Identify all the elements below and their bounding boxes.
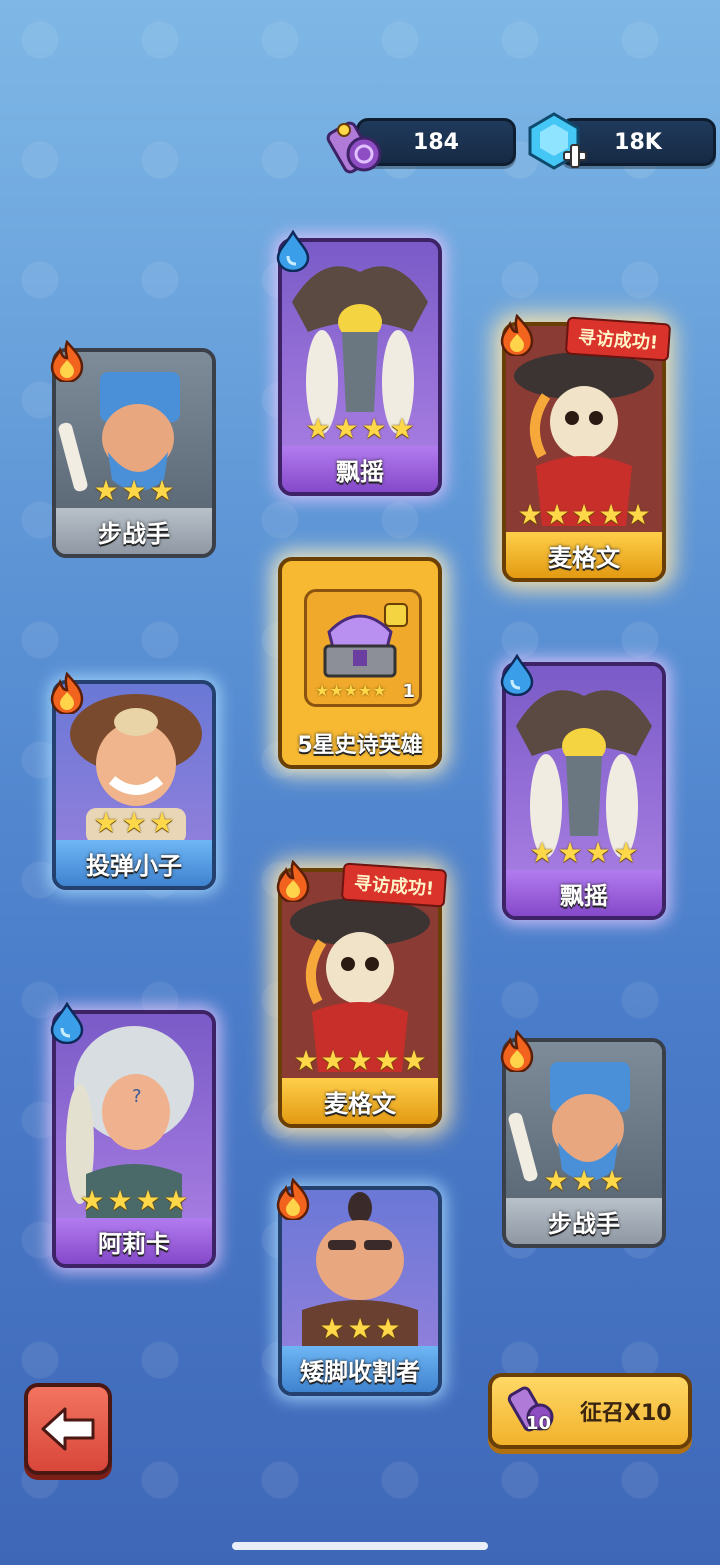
star-icon: ★ [361,412,387,445]
star-icon: ★ [149,474,175,507]
star-icon: ★ [121,474,147,507]
star-rating: ★ ★ ★ ★ [282,412,438,445]
star-icon: ★ [557,836,583,869]
hero-card[interactable]: ★ ★ ★ 步战手 [50,340,216,558]
star-icon: ★ [599,1164,625,1197]
hero-name: 矮脚收割者 [282,1346,438,1392]
water-icon [48,1002,86,1044]
hero-card[interactable]: ★ ★ ★ 矮脚收割者 [276,1178,442,1396]
star-icon: ★ [598,498,624,531]
star-icon: ★ [529,836,555,869]
star-icon: ★ [375,1312,401,1345]
success-ribbon: 寻访成功! [340,862,448,908]
hero-name: 步战手 [506,1198,662,1244]
hero-name: 投弹小子 [56,840,212,886]
star-rating: ★ ★ ★ [506,1164,662,1197]
star-icon: ★ [163,1184,189,1217]
back-button[interactable] [24,1383,112,1475]
summon-label: 征召X10 [580,1401,672,1426]
gem-count: 18K [614,129,662,155]
scroll-count: 184 [413,129,459,155]
star-rating: ★ ★ ★ ★ ★ [282,1044,438,1077]
star-rating: ★ ★ ★ ★ [506,836,662,869]
hero-card[interactable]: ★ ★ ★ ★ 飘摇 [276,230,442,496]
success-ribbon: 寻访成功! [564,316,672,362]
star-rating: ★ ★ ★ [56,474,212,507]
star-rating: ★ ★ ★ [282,1312,438,1345]
star-icon: ★ [374,1044,400,1077]
star-icon: ★ [625,498,651,531]
star-icon: ★ [121,806,147,839]
hero-card[interactable]: ★ ★ ★ 投弹小子 [50,672,216,890]
hero-name: 飘摇 [282,446,438,492]
star-icon: ★ [293,1044,319,1077]
star-icon: ★ [613,836,639,869]
star-icon: ★ [93,474,119,507]
star-icon: ★ [343,681,359,700]
arrow-left-icon [41,1407,95,1451]
hero-name: 飘摇 [506,870,662,916]
star-icon: ★ [544,498,570,531]
fire-icon [498,314,536,356]
star-icon: ★ [329,681,344,700]
star-icon: ★ [135,1184,161,1217]
hero-card[interactable]: ? ★ ★ ★ ★ 阿莉卡 [50,1002,216,1268]
scroll-icon [326,121,382,174]
star-icon: ★ [571,498,597,531]
hero-name: 阿莉卡 [56,1218,212,1264]
chest-count: 1 [402,681,415,702]
water-icon [274,230,312,272]
hero-name: 步战手 [56,508,212,554]
fire-icon [48,340,86,382]
fire-icon [48,672,86,714]
epic-hero-chest-card[interactable]: ★ ★ ★ ★ ★ 1 5星史诗英雄 [278,557,442,769]
star-icon: ★ [401,1044,427,1077]
hero-name: 麦格文 [506,532,662,578]
star-icon: ★ [315,681,330,700]
chest-star-rating: ★ ★ ★ ★ ★ [315,681,387,700]
star-icon: ★ [149,806,175,839]
star-icon: ★ [585,836,611,869]
star-rating: ★ ★ ★ [56,806,212,839]
fire-icon [274,860,312,902]
gem-plus-icon[interactable] [524,110,592,178]
hero-card[interactable]: ★ ★ ★ ★ ★ 麦格文 寻访成功! [276,860,448,1128]
chest-frame: ★ ★ ★ ★ ★ 1 [304,589,422,707]
hero-name: 麦格文 [282,1078,438,1124]
chest-name: 5星史诗英雄 [297,733,423,758]
hero-card[interactable]: ★ ★ ★ 步战手 [500,1030,666,1248]
water-icon [498,654,536,696]
hero-card[interactable]: ★ ★ ★ ★ ★ 麦格文 寻访成功! [500,314,672,582]
hero-card[interactable]: ★ ★ ★ ★ 飘摇 [500,654,666,920]
summon-cost: 10 [526,1413,552,1434]
fire-icon [498,1030,536,1072]
star-icon: ★ [571,1164,597,1197]
star-icon: ★ [358,681,373,700]
star-icon: ★ [389,412,415,445]
star-icon: ★ [319,1312,345,1345]
home-indicator[interactable] [232,1542,488,1550]
svg-text:?: ? [132,1086,142,1107]
summon-x10-button[interactable]: 10 征召X10 [488,1373,692,1449]
star-icon: ★ [372,681,387,700]
star-icon: ★ [543,1164,569,1197]
fire-icon [274,1178,312,1220]
star-icon: ★ [93,806,119,839]
star-icon: ★ [347,1044,373,1077]
star-icon: ★ [79,1184,105,1217]
star-icon: ★ [320,1044,346,1077]
star-icon: ★ [305,412,331,445]
star-icon: ★ [333,412,359,445]
star-icon: ★ [107,1184,133,1217]
star-icon: ★ [347,1312,373,1345]
star-rating: ★ ★ ★ ★ [56,1184,212,1217]
star-rating: ★ ★ ★ ★ ★ [506,498,662,531]
star-icon: ★ [517,498,543,531]
